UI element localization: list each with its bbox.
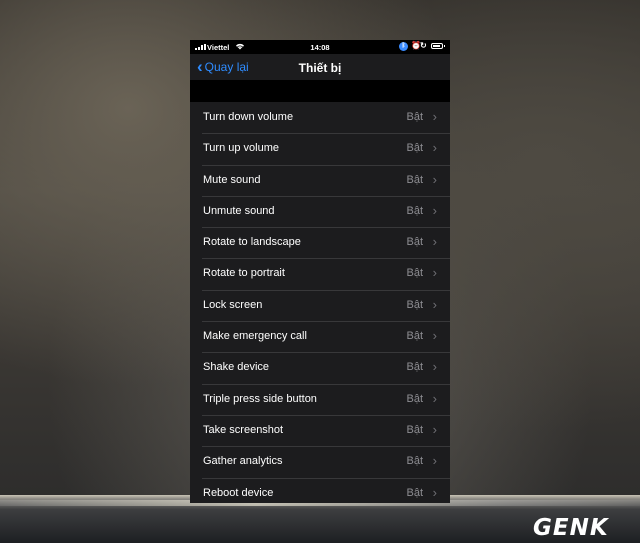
list-item-label: Rotate to portrait [203,267,285,280]
list-item-reboot-device[interactable]: Reboot device Bật › [190,477,450,503]
genk-watermark-logo: GENK [533,515,609,541]
chevron-right-icon: › [432,140,437,156]
chevron-right-icon: › [432,202,437,218]
list-item-label: Shake device [203,361,270,374]
list-item-shake-device[interactable]: Shake device Bật › [190,352,450,384]
list-item-value: Bật [406,392,423,405]
list-item-label: Unmute sound [203,204,275,217]
chevron-right-icon: › [432,234,437,250]
list-item-rotate-to-portrait[interactable]: Rotate to portrait Bật › [190,258,450,290]
section-spacer [190,80,450,102]
list-item-value: Bật [406,361,423,374]
list-item-label: Gather analytics [203,455,283,468]
list-item-take-screenshot[interactable]: Take screenshot Bật › [190,414,450,447]
list-item-value: Bật [406,455,423,468]
chevron-right-icon: › [432,484,437,500]
list-item-label: Reboot device [203,486,274,499]
chevron-right-icon: › [432,109,437,124]
navigation-bar: ‹ Quay lại Thiết bị [190,54,450,80]
status-bar: Viettel 14:08 ᛒ ⏰ ↻ [190,40,450,54]
list-item-label: Turn down volume [203,111,294,123]
battery-icon [431,43,445,49]
list-item-value: Bật [406,267,423,280]
chevron-right-icon: › [432,265,437,281]
chevron-right-icon: › [432,171,437,187]
list-item-label: Turn up volume [203,142,280,155]
list-item-lock-screen[interactable]: Lock screen Bật › [190,289,450,322]
chevron-right-icon: › [432,359,437,375]
list-item-value: Bật [406,111,423,123]
page-title: Thiết bị [298,61,342,75]
list-item-triple-press-side-button[interactable]: Triple press side button Bật › [190,383,450,415]
list-item-turn-down-volume[interactable]: Turn down volume Bật › [190,102,450,134]
list-item-value: Bật [406,298,423,311]
chevron-right-icon: › [432,328,437,344]
chevron-right-icon: › [432,453,437,469]
list-item-label: Rotate to landscape [203,236,301,249]
list-item-mute-sound[interactable]: Mute sound Bật › [190,164,450,196]
list-item-label: Mute sound [203,173,261,186]
list-item-label: Triple press side button [203,392,317,405]
list-item-gather-analytics[interactable]: Gather analytics Bật › [190,446,450,478]
chevron-right-icon: › [432,296,437,312]
settings-list: Turn down volume Bật › Turn up volume Bậ… [190,102,450,503]
phone-screen: Viettel 14:08 ᛒ ⏰ ↻ ‹ Quay lại Thiết bị … [190,40,450,503]
list-item-value: Bật [406,236,423,249]
list-item-value: Bật [406,142,423,155]
rotation-lock-icon: ↻ [420,41,427,50]
bluetooth-icon: ᛒ [399,42,408,51]
list-item-value: Bật [406,173,423,186]
list-item-label: Lock screen [203,298,263,311]
list-item-turn-up-volume[interactable]: Turn up volume Bật › [190,133,450,165]
list-item-rotate-to-landscape[interactable]: Rotate to landscape Bật › [190,227,450,259]
list-item-value: Bật [406,423,423,436]
list-item-unmute-sound[interactable]: Unmute sound Bật › [190,195,450,228]
chevron-right-icon: › [432,390,437,406]
list-item-label: Make emergency call [203,330,307,343]
list-item-value: Bật [406,486,423,499]
chevron-right-icon: › [432,421,437,437]
list-item-value: Bật [406,330,423,343]
list-item-label: Take screenshot [203,423,284,436]
list-item-make-emergency-call[interactable]: Make emergency call Bật › [190,321,450,353]
list-item-value: Bật [406,204,423,217]
